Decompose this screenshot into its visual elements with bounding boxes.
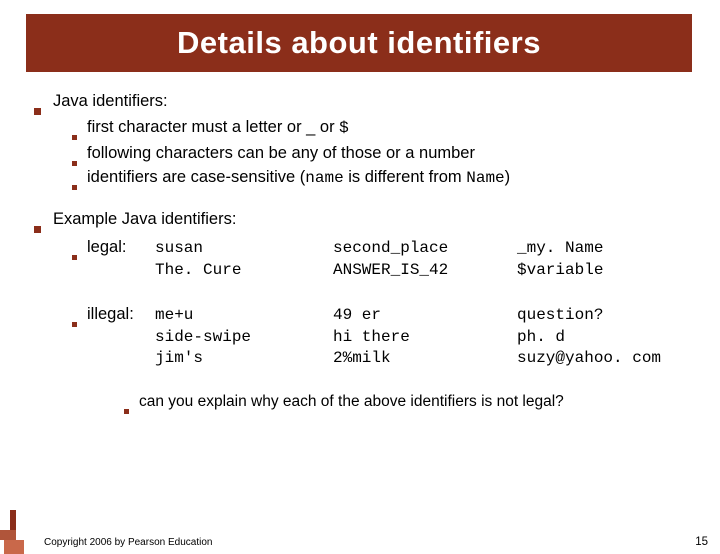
bullet-example-identifiers: Example Java identifiers: (34, 208, 686, 230)
subbullets-identifiers: first character must a letter or _ or $ … (72, 116, 686, 189)
legal-columns: susan The. Cure second_place ANSWER_IS_4… (155, 238, 686, 281)
bullet-icon (72, 185, 77, 190)
footer-decoration (0, 496, 36, 554)
legal-col2: second_place ANSWER_IS_42 (333, 238, 517, 281)
illegal-row: illegal: me+u side-swipe jim's 49 er hi … (72, 303, 686, 370)
question-row: can you explain why each of the above id… (124, 392, 686, 413)
bullet-java-identifiers: Java identifiers: (34, 90, 686, 112)
subbullet-text: following characters can be any of those… (87, 142, 686, 164)
slide-content: Java identifiers: first character must a… (0, 72, 720, 413)
bullet-icon (124, 409, 129, 414)
illegal-col3: question? ph. d suzy@yahoo. com (517, 305, 686, 370)
bullet-icon (34, 108, 41, 115)
subbullet: first character must a letter or _ or $ (72, 116, 686, 140)
subbullet: following characters can be any of those… (72, 142, 686, 164)
legal-row: legal: susan The. Cure second_place ANSW… (72, 236, 686, 281)
bullet-icon (72, 322, 77, 327)
slide-title-band: Details about identifiers (26, 14, 692, 72)
examples-block: legal: susan The. Cure second_place ANSW… (72, 236, 686, 370)
subbullet: identifiers are case-sensitive (name is … (72, 166, 686, 190)
subbullet-text: first character must a letter or _ or $ (87, 116, 686, 140)
subbullet-text: identifiers are case-sensitive (name is … (87, 166, 686, 190)
illegal-col1: me+u side-swipe jim's (155, 305, 333, 370)
copyright-text: Copyright 2006 by Pearson Education (44, 537, 212, 548)
illegal-label: illegal: (87, 303, 155, 325)
slide-title: Details about identifiers (177, 25, 541, 61)
bullet-icon (72, 135, 77, 140)
page-number: 15 (695, 536, 708, 548)
legal-col1: susan The. Cure (155, 238, 333, 281)
illegal-col2: 49 er hi there 2%milk (333, 305, 517, 370)
illegal-columns: me+u side-swipe jim's 49 er hi there 2%m… (155, 305, 686, 370)
bullet-icon (72, 255, 77, 260)
legal-col3: _my. Name $variable (517, 238, 686, 281)
bullet-text: Example Java identifiers: (53, 208, 236, 230)
bullet-text: Java identifiers: (53, 90, 168, 112)
bullet-icon (72, 161, 77, 166)
question-text: can you explain why each of the above id… (139, 392, 564, 413)
bullet-icon (34, 226, 41, 233)
legal-label: legal: (87, 236, 155, 258)
